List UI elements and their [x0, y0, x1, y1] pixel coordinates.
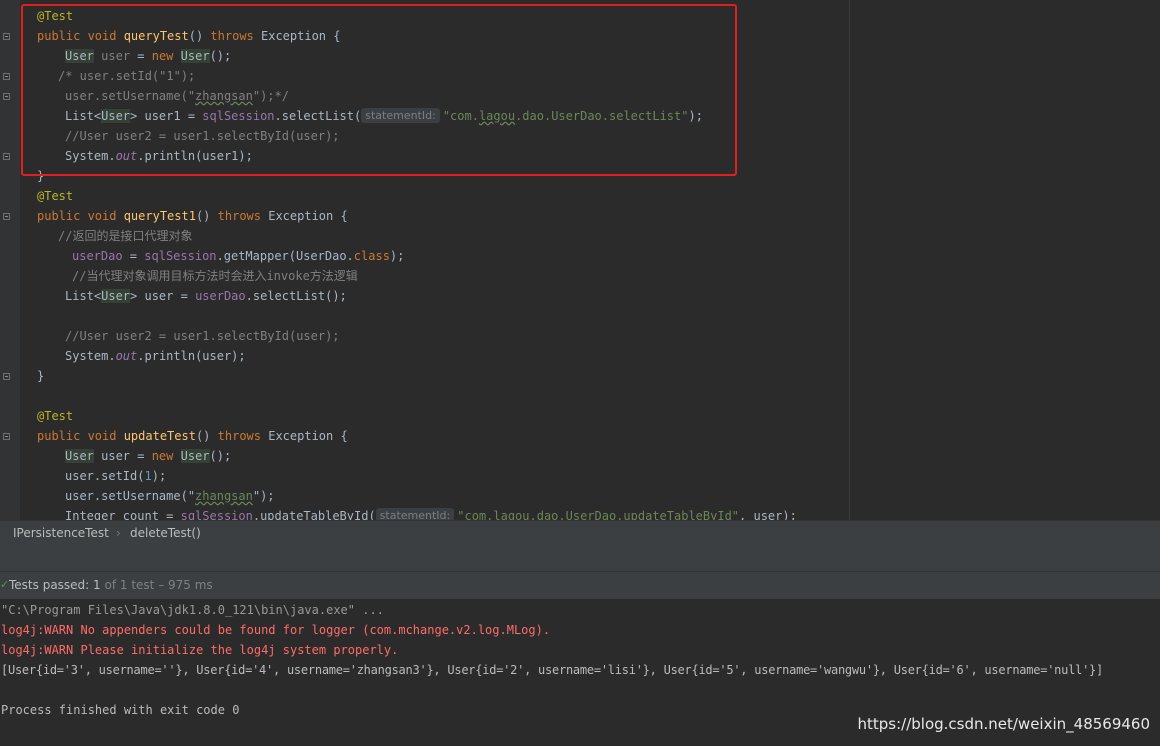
tool-window-toolbar [0, 545, 1160, 572]
console-line: [User{id='3', username=''}, User{id='4',… [1, 663, 1103, 677]
chevron-right-icon: › [116, 526, 121, 540]
annotation: @Test [37, 409, 74, 423]
fold-icon[interactable] [3, 373, 10, 380]
code-line: List<User> user = userDao.selectList(); [65, 286, 347, 306]
fold-icon[interactable] [3, 213, 10, 220]
code-text: Integer count = [65, 509, 181, 520]
code-line: @Test [37, 186, 73, 206]
console-line-warn: log4j:WARN Please initialize the log4j s… [1, 643, 399, 657]
type-name: User [65, 449, 94, 463]
watermark: https://blog.csdn.net/weixin_48569460 [857, 715, 1150, 733]
keyword: public void [37, 209, 124, 223]
code-text: .updateTableById( [252, 509, 376, 520]
annotation: @Test [37, 189, 74, 203]
editor-gutter [0, 0, 20, 520]
console-line: "C:\Program Files\Java\jdk1.8.0_121\bin\… [1, 603, 384, 617]
fold-icon[interactable] [3, 73, 10, 80]
string-literal: lagou [493, 509, 530, 520]
check-icon: ✓ [0, 578, 10, 591]
code-text: .getMapper(UserDao. [216, 249, 354, 263]
static-field: out [115, 349, 138, 363]
code-line: @Test [37, 406, 73, 426]
fold-icon[interactable] [3, 153, 10, 160]
right-margin-guide [849, 0, 850, 520]
code-text: user.setId( [65, 469, 145, 483]
breadcrumb-method[interactable]: deleteTest() [130, 526, 201, 540]
code-line: Integer count = sqlSession.updateTableBy… [65, 506, 797, 520]
type-name: User [180, 449, 210, 463]
code-text: (); [209, 449, 232, 463]
type-name: User [101, 289, 131, 303]
code-text: Exception { [261, 429, 348, 443]
code-line: public void updateTest() throws Exceptio… [37, 426, 348, 446]
code-text: .println(user); [137, 349, 246, 363]
highlight-annotation-box [21, 4, 737, 176]
tests-separator: – [154, 578, 169, 592]
comment: //当代理对象调用目标方法时会进入invoke方法逻辑 [72, 269, 358, 283]
code-text: .selectList(); [245, 289, 347, 303]
code-text: , user); [739, 509, 797, 520]
code-line: System.out.println(user); [65, 346, 246, 366]
field-name: sqlSession [180, 509, 253, 520]
tests-total: of 1 test [104, 578, 155, 592]
breadcrumb-class[interactable]: IPersistenceTest [13, 526, 109, 540]
field-name: sqlSession [144, 249, 217, 263]
string-literal: zhangsan [195, 489, 253, 503]
comment: //User user2 = user1.selectById(user); [65, 329, 340, 343]
parameter-hint: statementId: [375, 508, 455, 520]
code-text: user.setUsername(" [65, 489, 196, 503]
tests-passed-count: 1 [93, 578, 101, 592]
comment: //返回的是接口代理对象 [58, 229, 193, 243]
keyword: public void [37, 429, 124, 443]
tests-label: Tests passed: [9, 578, 94, 592]
number-literal: 1 [144, 469, 152, 483]
test-status-bar: ✓ Tests passed: 1 of 1 test – 975 ms [0, 572, 1160, 600]
fold-icon[interactable] [3, 33, 10, 40]
code-text: ); [151, 469, 167, 483]
code-text: ); [389, 249, 405, 263]
code-text: Exception { [261, 209, 348, 223]
code-text: () [195, 209, 218, 223]
keyword: throws [217, 429, 261, 443]
code-line: User user = new User(); [65, 446, 231, 466]
fold-icon[interactable] [3, 433, 10, 440]
keyword: class [353, 249, 390, 263]
code-text: "); [252, 489, 275, 503]
console-line-warn: log4j:WARN No appenders could be found f… [1, 623, 551, 637]
method-name: updateTest [123, 429, 196, 443]
code-text: () [195, 429, 218, 443]
code-line: user.setUsername("zhangsan"); [65, 486, 275, 506]
field-name: userDao [195, 289, 246, 303]
string-literal: .dao.UserDao.updateTableById" [529, 509, 740, 520]
code-text: > user = [130, 289, 196, 303]
code-text: user = [93, 449, 152, 463]
string-literal: "com. [457, 509, 494, 520]
keyword: throws [217, 209, 261, 223]
breadcrumb: IPersistenceTest › deleteTest() [0, 520, 1160, 545]
code-line: user.setId(1); [65, 466, 166, 486]
field-name: userDao [72, 249, 123, 263]
code-line: } [37, 369, 45, 383]
fold-icon[interactable] [3, 93, 10, 100]
tests-status: Tests passed: 1 of 1 test – 975 ms [9, 578, 213, 592]
code-text: = [122, 249, 145, 263]
tests-duration: 975 ms [168, 578, 213, 592]
code-editor[interactable]: @Test public void queryTest() throws Exc… [0, 0, 1160, 520]
method-name: queryTest1 [123, 209, 196, 223]
keyword: new [151, 449, 174, 463]
code-line: public void queryTest1() throws Exceptio… [37, 206, 348, 226]
console-line: Process finished with exit code 0 [1, 703, 240, 717]
code-text: List< [65, 289, 102, 303]
code-line: userDao = sqlSession.getMapper(UserDao.c… [72, 246, 404, 266]
code-text: System. [65, 349, 116, 363]
